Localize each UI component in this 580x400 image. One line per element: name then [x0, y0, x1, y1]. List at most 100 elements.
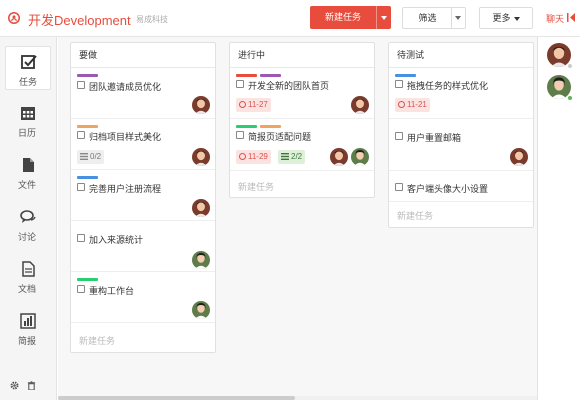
task-checkbox[interactable] — [236, 131, 244, 139]
sidebar-footer — [10, 381, 44, 392]
due-date-badge: 11-29 — [236, 150, 271, 164]
assignee-avatar[interactable] — [192, 148, 210, 166]
assignee-avatar[interactable] — [192, 96, 210, 114]
task-card[interactable]: 加入来源统计 — [71, 222, 215, 272]
new-task-dropdown-toggle[interactable] — [376, 6, 391, 29]
caret-down-icon — [513, 16, 520, 21]
assignee-avatar[interactable] — [510, 148, 528, 166]
subtask-badge: 0/2 — [77, 150, 105, 164]
column-title: 待测试 — [389, 43, 533, 68]
collapse-panel-icon[interactable] — [567, 13, 575, 22]
task-card[interactable]: 重构工作台 — [71, 273, 215, 323]
task-name: 加入来源统计 — [89, 235, 144, 245]
clock-icon — [239, 101, 246, 108]
task-checkbox[interactable] — [77, 131, 85, 139]
chat-bubble-icon — [20, 210, 36, 223]
task-checkbox[interactable] — [77, 183, 85, 191]
members-panel — [537, 37, 580, 400]
bar-chart-icon — [20, 313, 36, 329]
left-sidebar: 任务 日历 文件 讨论 文档 简报 — [0, 37, 57, 400]
task-checkbox[interactable] — [395, 80, 403, 88]
new-task-link[interactable]: 新建任务 — [238, 180, 274, 193]
new-task-button[interactable]: 新建任务 — [310, 6, 391, 29]
task-checkbox[interactable] — [395, 132, 403, 140]
offline-status-dot — [567, 63, 573, 69]
project-title[interactable]: 开发Development — [28, 10, 131, 29]
task-tags — [236, 120, 284, 128]
task-checkbox[interactable] — [77, 285, 85, 293]
sidebar-item-calendar[interactable]: 日历 — [5, 98, 51, 142]
assignee-avatar[interactable] — [351, 148, 369, 166]
column-in-progress: 进行中 开发全新的团队首页 11-27 简报页适配问题 11-29 2/2 新建… — [229, 42, 375, 198]
task-card[interactable]: 简报页适配问题 11-29 2/2 — [230, 120, 374, 171]
sidebar-item-tasks[interactable]: 任务 — [5, 46, 51, 90]
task-checkbox[interactable] — [77, 81, 85, 89]
chat-link[interactable]: 聊天 — [546, 12, 564, 25]
top-header: 开发Development 易成科技 新建任务 筛选 更多 聊天 — [0, 0, 580, 37]
github-logo-icon[interactable] — [8, 12, 20, 24]
task-tags — [77, 273, 101, 281]
task-name: 归档项目样式美化 — [89, 132, 162, 142]
sidebar-item-label: 任务 — [18, 77, 37, 87]
task-tags — [77, 171, 101, 179]
caret-down-icon — [455, 16, 461, 20]
horizontal-scrollbar[interactable] — [58, 396, 537, 400]
task-card[interactable]: 开发全新的团队首页 11-27 — [230, 69, 374, 119]
due-date-badge: 11-27 — [236, 98, 271, 112]
task-checkbox[interactable] — [77, 234, 85, 242]
task-card[interactable]: 用户重置邮箱 — [389, 120, 533, 171]
assignee-avatar[interactable] — [330, 148, 348, 166]
sidebar-item-label: 日历 — [17, 128, 36, 138]
assignee-avatar[interactable] — [192, 251, 210, 269]
sidebar-item-documents[interactable]: 文档 — [5, 254, 51, 298]
subtask-badge: 2/2 — [278, 150, 306, 164]
clock-icon — [398, 101, 405, 108]
trash-icon[interactable] — [27, 381, 36, 391]
task-card[interactable]: 完善用户注册流程 — [71, 171, 215, 221]
task-checkbox[interactable] — [395, 183, 403, 191]
new-task-link[interactable]: 新建任务 — [79, 334, 115, 347]
checklist-icon — [80, 153, 88, 160]
sidebar-item-reports[interactable]: 简报 — [5, 306, 51, 350]
task-tags — [236, 69, 284, 77]
more-button[interactable]: 更多 — [479, 7, 533, 29]
task-name: 简报页适配问题 — [248, 132, 312, 142]
checklist-icon — [281, 153, 289, 160]
gear-icon[interactable] — [10, 381, 19, 390]
sidebar-item-label: 简报 — [17, 336, 36, 346]
task-checkbox[interactable] — [236, 80, 244, 88]
task-board: 要做 团队邀请成员优化 归档项目样式美化 0/2 完善用户注册流程 加入来源统计… — [58, 37, 537, 400]
due-date: 11-21 — [407, 100, 427, 109]
task-card[interactable]: 客户端头像大小设置 — [389, 172, 533, 202]
filter-dropdown-toggle[interactable] — [451, 8, 465, 28]
task-name: 重构工作台 — [89, 286, 135, 296]
sidebar-item-files[interactable]: 文件 — [5, 150, 51, 194]
task-card[interactable]: 拖拽任务的样式优化 11-21 — [389, 69, 533, 119]
filter-button[interactable]: 筛选 — [402, 7, 466, 29]
task-tags — [395, 69, 419, 77]
task-name: 用户重置邮箱 — [407, 133, 462, 143]
filter-label: 筛选 — [418, 13, 437, 23]
clock-icon — [239, 153, 246, 160]
subtask-count: 2/2 — [291, 152, 303, 161]
task-name: 客户端头像大小设置 — [407, 184, 489, 194]
caret-down-icon — [381, 16, 387, 20]
sidebar-item-label: 讨论 — [17, 232, 36, 242]
task-card[interactable]: 团队邀请成员优化 — [71, 69, 215, 119]
new-task-link[interactable]: 新建任务 — [397, 209, 433, 222]
scrollbar-thumb[interactable] — [58, 396, 295, 400]
column-title: 进行中 — [230, 43, 374, 68]
task-check-icon — [21, 55, 37, 69]
document-icon — [22, 261, 35, 277]
sidebar-item-label: 文档 — [17, 284, 36, 294]
assignee-avatar[interactable] — [351, 96, 369, 114]
company-name: 易成科技 — [136, 15, 168, 24]
sidebar-item-discussion[interactable]: 讨论 — [5, 202, 51, 246]
assignee-avatar[interactable] — [192, 301, 210, 319]
task-name: 开发全新的团队首页 — [248, 81, 330, 91]
task-card[interactable]: 归档项目样式美化 0/2 — [71, 120, 215, 170]
assignee-avatar[interactable] — [192, 199, 210, 217]
online-status-dot — [567, 95, 573, 101]
sidebar-item-label: 文件 — [17, 180, 36, 190]
column-title: 要做 — [71, 43, 215, 68]
